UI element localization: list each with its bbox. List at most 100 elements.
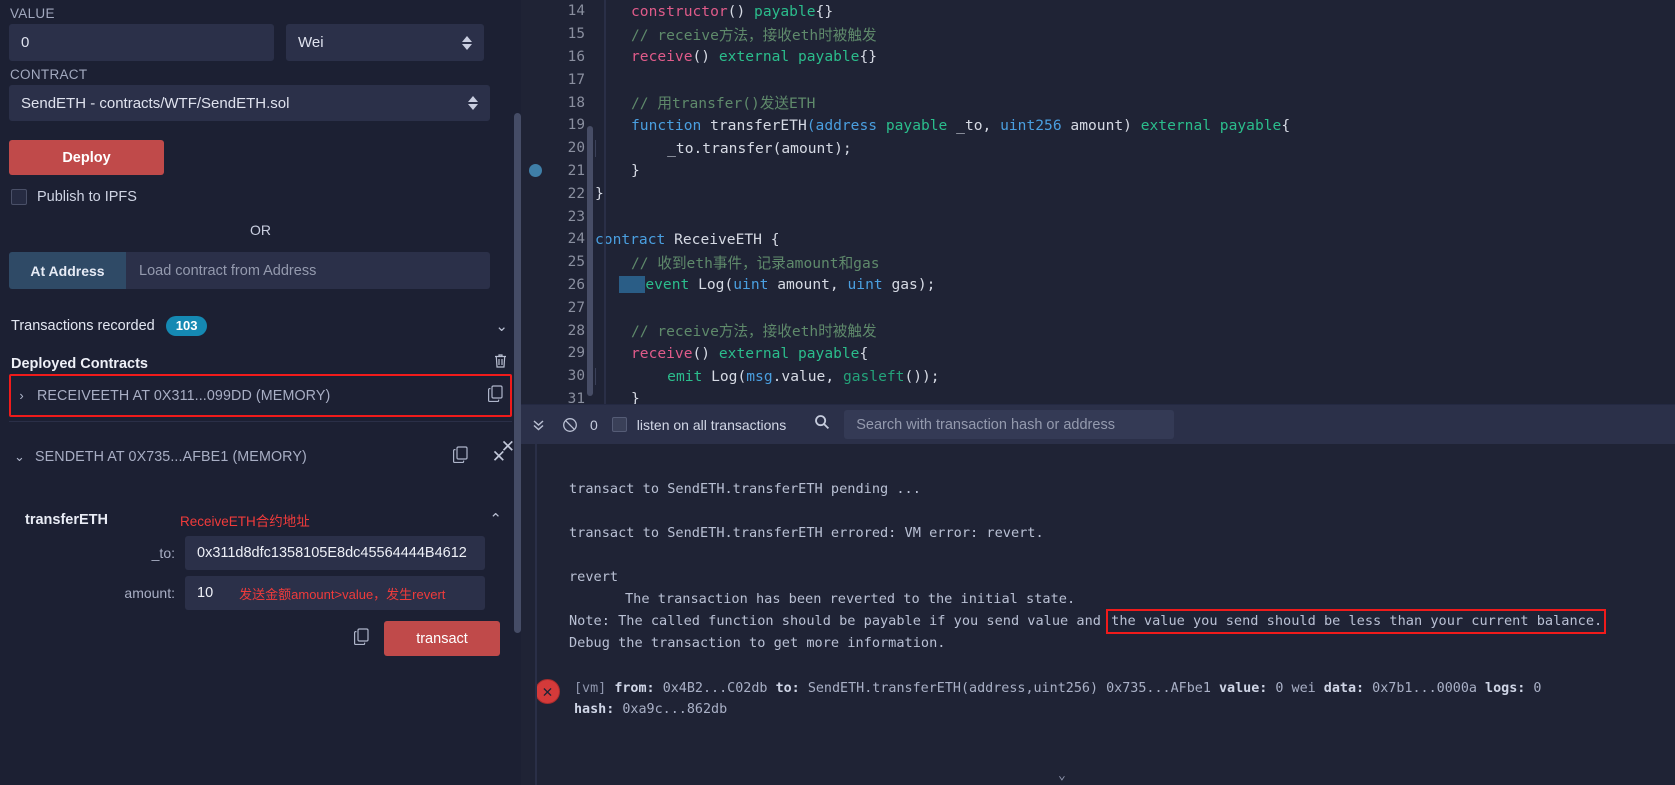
code-line: 18 // 用transfer()发送ETH [521, 91, 1675, 114]
line-number: 17 [549, 72, 595, 88]
data-label: data: [1324, 681, 1364, 696]
code-line: 21 } [521, 160, 1675, 183]
editor-and-terminal: 14 constructor() payable{} 15 // receive… [521, 0, 1675, 785]
chevron-right-icon[interactable]: › [15, 388, 28, 403]
value-value: 0 wei [1275, 681, 1315, 696]
contract-divider [9, 421, 512, 422]
contract-select[interactable]: SendETH - contracts/WTF/SendETH.sol [9, 85, 490, 121]
transactions-recorded-row[interactable]: Transactions recorded 103 ⌄ [9, 316, 512, 336]
line-number: 16 [549, 49, 595, 65]
terminal-log-line: transact to SendETH.transferETH pending … [521, 478, 1675, 500]
data-value: 0x7b1...0000a [1372, 681, 1477, 696]
copy-icon[interactable] [487, 384, 504, 407]
transact-button[interactable]: transact [384, 621, 500, 656]
terminal-vm-entry[interactable]: ✕ [vm] from: 0x4B2...C02db to: SendETH.t… [521, 678, 1675, 720]
code-line: 15 // receive方法，接收eth时被触发 [521, 23, 1675, 46]
copy-calldata-icon[interactable] [353, 627, 370, 650]
to-label: to: [776, 681, 800, 696]
at-address-input[interactable]: Load contract from Address [126, 252, 490, 289]
close-contract-sendeth-icon[interactable]: ✕ [492, 447, 506, 467]
listen-all-transactions-label: listen on all transactions [637, 417, 786, 433]
code-text: // receive方法，接收eth时被触发 [595, 24, 877, 45]
code-line: 26 event Log(uint amount, uint gas); [521, 274, 1675, 297]
chevron-updown-icon[interactable] [468, 96, 478, 110]
code-line: 17 [521, 68, 1675, 91]
chevron-up-icon[interactable]: ⌃ [489, 510, 502, 528]
terminal-log-line: transact to SendETH.transferETH errored:… [521, 522, 1675, 544]
code-text: } [595, 162, 640, 179]
function-name: transferETH [25, 510, 180, 528]
deployed-contract-receiveeth[interactable]: › RECEIVEETH AT 0X311...099DD (MEMORY) [9, 374, 512, 417]
contract-label: CONTRACT [9, 61, 512, 85]
function-transferETH-panel: transferETH ReceiveETH合约地址 ⌃ _to: 0x311d… [9, 510, 512, 656]
code-line: 25 // 收到eth事件，记录amount和gas [521, 251, 1675, 274]
chevron-down-icon[interactable]: ⌄ [13, 449, 26, 465]
stepper-icon[interactable] [462, 36, 472, 50]
param-input-amount[interactable]: 10 发送金额amount>value，发生revert [185, 576, 485, 610]
code-line: 28 // receive方法，接收eth时被触发 [521, 319, 1675, 342]
deployed-contract-sendeth[interactable]: ⌄ SENDETH AT 0X735...AFBE1 (MEMORY) ✕ [9, 435, 512, 478]
code-editor[interactable]: 14 constructor() payable{} 15 // receive… [521, 0, 1675, 404]
code-text: emit Log(msg.value, gasleft()); [595, 368, 940, 385]
breakpoint-icon[interactable] [529, 164, 542, 177]
breakpoint-gutter[interactable] [521, 164, 549, 177]
at-address-button[interactable]: At Address [9, 252, 126, 289]
value-unit-label: Wei [298, 34, 324, 51]
code-text: receive() external payable{ [595, 345, 868, 362]
left-panel-scrollbar[interactable] [514, 113, 521, 633]
value-unit-select[interactable]: Wei [286, 24, 484, 61]
param-label-to: _to: [25, 545, 175, 561]
code-text: } [595, 390, 640, 404]
transact-row: transact [25, 621, 506, 656]
vm-tag: [vm] [574, 681, 606, 696]
no-pending-icon[interactable] [562, 417, 578, 433]
terminal-log-line: revert [521, 566, 1675, 588]
terminal-search-input[interactable]: Search with transaction hash or address [844, 410, 1174, 439]
editor-scrollbar[interactable] [587, 126, 593, 396]
at-address-row: At Address Load contract from Address [9, 252, 490, 289]
code-text: function transferETH(address payable _to… [595, 117, 1290, 134]
code-text: contract ReceiveETH { [595, 231, 780, 248]
value-label: value: [1219, 681, 1267, 696]
trash-icon[interactable] [493, 353, 508, 374]
code-line: 24 contract ReceiveETH { [521, 228, 1675, 251]
deploy-button[interactable]: Deploy [9, 140, 164, 175]
terminal-toolbar: 0 listen on all transactions Search with… [521, 404, 1675, 444]
publish-ipfs-checkbox[interactable] [11, 189, 27, 205]
listen-all-transactions-checkbox[interactable] [612, 417, 627, 432]
to-value: SendETH.transferETH(address,uint256) 0x7… [808, 681, 1211, 696]
hash-label: hash: [574, 702, 614, 717]
param-input-to[interactable]: 0x311d8dfc1358105E8dc45564444B4612 [185, 536, 485, 570]
value-input[interactable]: 0 [9, 24, 274, 61]
terminal-log-line: The transaction has been reverted to the… [521, 588, 1675, 610]
remix-ide-window: VALUE 0 Wei CONTRACT SendETH - contracts… [0, 0, 1675, 785]
annotation-amount-note: 发送金额amount>value，发生revert [239, 584, 445, 603]
code-text: } [595, 185, 604, 202]
from-value: 0x4B2...C02db [663, 681, 768, 696]
deployed-contracts-header: Deployed Contracts [9, 353, 512, 374]
chevron-down-icon[interactable]: ⌄ [495, 317, 508, 335]
code-line: 30 emit Log(msg.value, gasleft()); [521, 365, 1675, 388]
code-text: _to.transfer(amount); [595, 140, 852, 157]
code-line: 19 function transferETH(address payable … [521, 114, 1675, 137]
hash-value: 0xa9c...862db [622, 702, 727, 717]
terminal-output[interactable]: transact to SendETH.transferETH pending … [521, 444, 1675, 785]
param-label-amount: amount: [25, 585, 175, 601]
chevrons-down-icon[interactable] [531, 417, 546, 432]
code-line: 22 } [521, 182, 1675, 205]
publish-ipfs-row[interactable]: Publish to IPFS [9, 189, 512, 205]
code-line: 29 receive() external payable{ [521, 342, 1675, 365]
line-number: 14 [549, 3, 595, 19]
copy-icon[interactable] [452, 445, 469, 468]
transactions-recorded-count: 103 [166, 316, 208, 336]
code-text: receive() external payable{} [595, 48, 877, 65]
code-line: 27 [521, 296, 1675, 319]
param-row-amount: amount: 10 发送金额amount>value，发生revert [25, 576, 506, 610]
contract-title: SENDETH AT 0X735...AFBE1 (MEMORY) [35, 449, 443, 465]
terminal-log-line: Debug the transaction to get more inform… [521, 632, 1675, 654]
code-text: // receive方法，接收eth时被触发 [595, 320, 877, 341]
terminal-caret-icon[interactable]: ⌄ [1058, 768, 1066, 783]
vm-entry-text: [vm] from: 0x4B2...C02db to: SendETH.tra… [574, 678, 1541, 720]
contract-title: RECEIVEETH AT 0X311...099DD (MEMORY) [37, 388, 478, 404]
search-icon[interactable] [814, 414, 830, 435]
